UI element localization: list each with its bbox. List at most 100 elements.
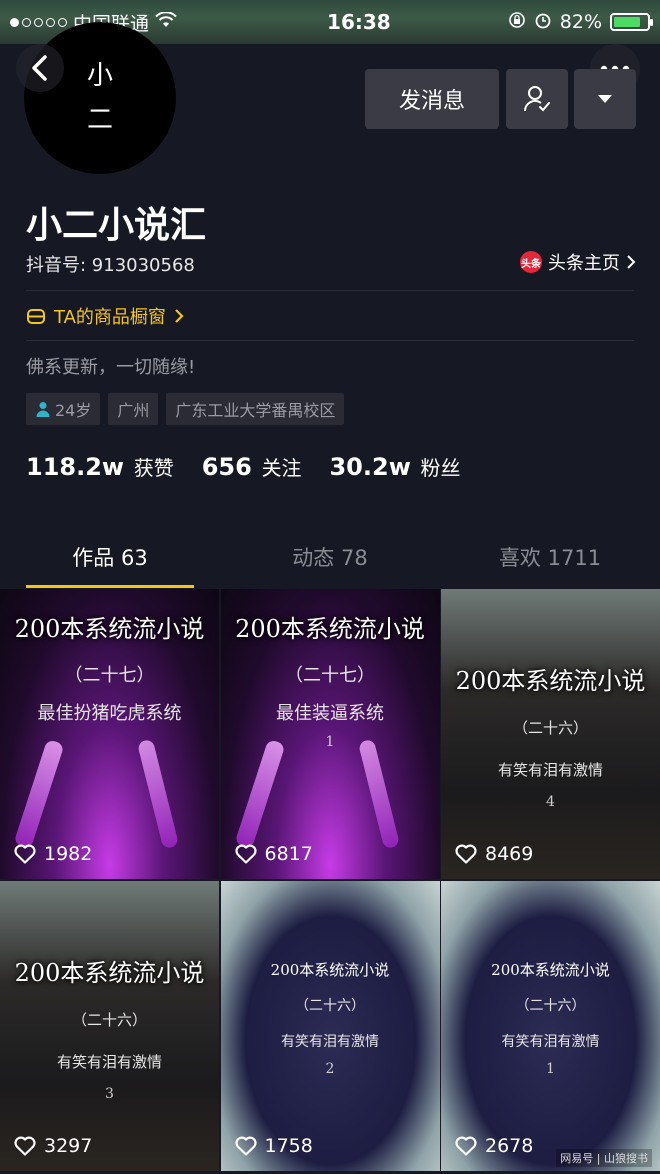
video-subtitle: （二十六）: [71, 1011, 147, 1029]
video-likes: 6817: [234, 843, 313, 865]
tag-age-label: 24岁: [55, 401, 92, 420]
video-subtitle: （二十七）: [285, 665, 375, 686]
stat-likes-label: 获赞: [133, 456, 174, 480]
video-title: 200本系统流小说: [270, 961, 390, 979]
video-likes: 3297: [14, 1135, 92, 1157]
rotation-lock-icon: [508, 11, 526, 34]
video-likes-count: 2678: [485, 1135, 534, 1157]
battery-percent: 82%: [559, 11, 602, 33]
divider: [26, 340, 634, 341]
video-thumbnail[interactable]: 200本系统流小说 （二十六） 有笑有泪有激情 2 1758: [220, 881, 440, 1171]
video-number: 2: [325, 1061, 335, 1077]
video-caption: 有笑有泪有激情: [281, 1034, 379, 1050]
stat-fans[interactable]: 30.2w 粉丝: [329, 452, 460, 481]
video-caption: 有笑有泪有激情: [501, 1034, 600, 1050]
heart-icon: [455, 1136, 477, 1156]
stat-likes-num: 118.2w: [26, 453, 125, 481]
video-title: 200本系统流小说: [235, 615, 425, 643]
video-likes-count: 1758: [264, 1135, 313, 1157]
back-button[interactable]: [16, 44, 64, 92]
video-subtitle: （二十六）: [295, 998, 365, 1014]
video-caption: 有笑有泪有激情: [497, 761, 603, 779]
profile-stats: 118.2w 获赞 656 关注 30.2w 粉丝: [26, 452, 461, 481]
video-thumbnail[interactable]: 200本系统流小说 （二十七） 最佳扮猪吃虎系统 1982: [0, 589, 219, 879]
stat-fans-label: 粉丝: [420, 456, 461, 480]
video-thumbnail[interactable]: 200本系统流小说 （二十六） 有笑有泪有激情 3 3297: [0, 881, 219, 1171]
watermark: 网易号 | 山狼搜书: [556, 1149, 652, 1167]
profile-bio: 佛系更新，一切随缘!: [26, 357, 196, 378]
video-caption: 最佳扮猪吃虎系统: [37, 703, 182, 724]
chevron-right-icon: [627, 255, 636, 269]
video-likes-count: 1982: [44, 843, 93, 865]
chevron-right-icon: [175, 309, 184, 323]
chevron-left-icon: [32, 55, 47, 81]
followed-button[interactable]: [506, 69, 568, 129]
avatar-text: 二: [86, 105, 113, 135]
video-grid: 200本系统流小说 （二十七） 最佳扮猪吃虎系统 1982 200本系统流小说 …: [0, 589, 660, 1171]
video-likes: 1982: [14, 843, 92, 865]
tab-works[interactable]: 作品 63: [0, 532, 220, 588]
douyin-id: 抖音号: 913030568: [26, 255, 195, 276]
profile-name: 小二小说汇: [26, 205, 207, 246]
toutiao-homepage-link[interactable]: 头条 头条主页: [520, 249, 636, 275]
video-number: 1: [325, 734, 335, 750]
heart-icon: [234, 844, 257, 864]
video-thumbnail[interactable]: 200本系统流小说 （二十七） 最佳装逼系统 1 6817: [220, 589, 440, 879]
video-title: 200本系统流小说: [14, 615, 205, 643]
signal-icon: [10, 17, 67, 27]
video-likes: 1758: [234, 1135, 313, 1157]
tag-school: 广东工业大学番禺校区: [166, 393, 345, 425]
profile-tabs: 作品 63 动态 78 喜欢 1711: [0, 532, 660, 588]
stat-following-num: 656: [201, 453, 252, 481]
send-message-button[interactable]: 发消息: [365, 69, 499, 129]
divider: [26, 290, 634, 291]
stat-likes: 118.2w 获赞: [26, 452, 174, 481]
video-thumbnail[interactable]: 200本系统流小说 （二十六） 有笑有泪有激情 1 2678 网易号 | 山狼搜…: [441, 881, 660, 1171]
video-title: 200本系统流小说: [14, 959, 205, 987]
video-likes-count: 8469: [485, 843, 534, 865]
shop-window-link[interactable]: TA的商品橱窗: [26, 303, 184, 329]
shop-label: TA的商品橱窗: [54, 307, 166, 328]
video-subtitle: （二十六）: [512, 719, 588, 737]
video-likes: 2678: [455, 1135, 533, 1157]
toutiao-icon: 头条: [520, 251, 542, 273]
alarm-icon: [534, 11, 552, 34]
video-likes: 8469: [455, 843, 533, 865]
video-number: 1: [546, 1061, 555, 1077]
status-time: 16:38: [327, 10, 391, 34]
video-number: 4: [546, 794, 555, 810]
heart-icon: [14, 1136, 36, 1156]
toutiao-label: 头条主页: [548, 253, 620, 274]
stat-following[interactable]: 656 关注: [202, 452, 302, 481]
heart-icon: [455, 844, 477, 864]
tag-age: 24岁: [26, 393, 101, 425]
tab-moments[interactable]: 动态 78: [220, 532, 440, 588]
send-message-label: 发消息: [398, 89, 465, 114]
caret-down-icon: [598, 95, 612, 103]
video-likes-count: 3297: [44, 1135, 93, 1157]
wifi-icon: [155, 11, 177, 33]
stat-following-label: 关注: [261, 456, 302, 480]
shop-icon: [27, 309, 45, 324]
stat-fans-num: 30.2w: [329, 453, 411, 481]
video-caption: 有笑有泪有激情: [56, 1053, 162, 1071]
user-check-icon: [524, 86, 550, 112]
dropdown-button[interactable]: [574, 69, 636, 129]
video-caption: 最佳装逼系统: [276, 703, 384, 724]
person-icon: [36, 402, 50, 417]
video-title: 200本系统流小说: [455, 667, 646, 695]
video-subtitle: （二十七）: [64, 665, 155, 686]
video-number: 3: [105, 1086, 114, 1102]
tag-city: 广州: [108, 393, 159, 425]
battery-icon: [610, 13, 653, 31]
tag-city-label: 广州: [117, 401, 150, 420]
video-thumbnail[interactable]: 200本系统流小说 （二十六） 有笑有泪有激情 4 8469: [441, 589, 660, 879]
video-title: 200本系统流小说: [491, 961, 610, 979]
profile-tags: 24岁 广州 广东工业大学番禺校区: [26, 393, 345, 425]
tab-liked[interactable]: 喜欢 1711: [440, 532, 660, 588]
video-likes-count: 6817: [264, 843, 313, 865]
avatar-text: 小: [86, 60, 113, 91]
heart-icon: [14, 844, 36, 864]
video-subtitle: （二十六）: [515, 998, 586, 1014]
heart-icon: [234, 1136, 257, 1156]
